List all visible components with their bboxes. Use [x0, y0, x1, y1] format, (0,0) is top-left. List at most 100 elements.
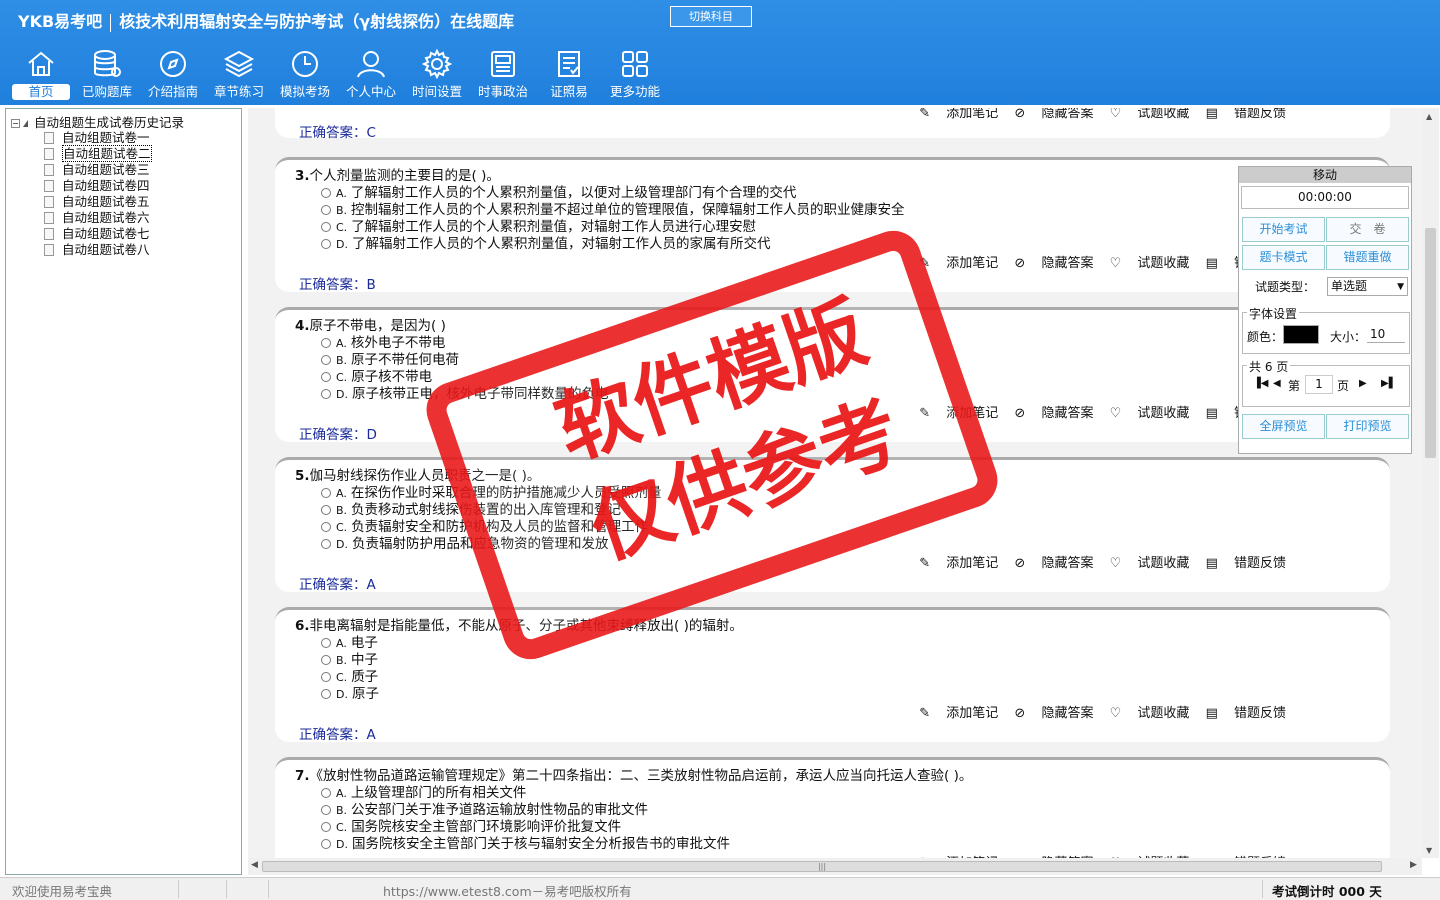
tree-item-paper[interactable]: 自动组题试卷三: [44, 159, 150, 177]
correct-answer: 正确答案：A: [299, 577, 376, 593]
panel-move-handle[interactable]: 移动: [1239, 167, 1411, 183]
radio-button[interactable]: [321, 805, 331, 815]
card-mode-button[interactable]: 题卡模式: [1242, 245, 1325, 270]
tree-item-paper[interactable]: 自动组题试卷一: [44, 127, 150, 145]
scroll-up-icon[interactable]: ▲: [1426, 112, 1432, 121]
option-d[interactable]: D. 原子核带正电，核外电子带同样数量的负电: [321, 382, 608, 402]
scroll-down-icon[interactable]: ▼: [1426, 846, 1432, 855]
tree-item-paper[interactable]: 自动组题试卷六: [44, 207, 150, 225]
nav-time-settings[interactable]: 时间设置: [404, 46, 470, 104]
nav-personal-center[interactable]: 个人中心: [338, 46, 404, 104]
submit-paper-button[interactable]: 交 卷: [1326, 217, 1409, 242]
option-d[interactable]: D. 国务院核安全主管部门关于核与辐射安全分析报告书的审批文件: [321, 832, 730, 852]
radio-button[interactable]: [321, 389, 331, 399]
radio-button[interactable]: [321, 822, 331, 832]
radio-button[interactable]: [321, 372, 331, 382]
redo-wrong-button[interactable]: 错题重做: [1326, 245, 1409, 270]
nav-certificate[interactable]: 证照易: [536, 46, 602, 104]
radio-button[interactable]: [321, 338, 331, 348]
correct-answer: 正确答案：C: [299, 125, 376, 141]
report-error-button[interactable]: ▤ 错题反馈: [1206, 556, 1286, 571]
clock-icon: [292, 51, 318, 77]
switch-subject-button[interactable]: 切换科目: [670, 6, 752, 27]
font-size-input[interactable]: 10: [1367, 326, 1405, 343]
tree-item-label: 自动组题试卷八: [62, 242, 150, 257]
start-exam-button[interactable]: 开始考试: [1242, 217, 1325, 242]
tree-item-paper[interactable]: 自动组题试卷八: [44, 239, 150, 257]
font-color-swatch[interactable]: [1283, 325, 1319, 344]
favorite-button[interactable]: ♡ 试题收藏: [1110, 556, 1190, 571]
favorite-button[interactable]: ♡ 试题收藏: [1110, 256, 1190, 271]
scroll-left-icon[interactable]: ◀: [251, 860, 258, 870]
radio-button[interactable]: [321, 839, 331, 849]
nav-label: 介绍指南: [147, 84, 198, 99]
prev-page-icon[interactable]: ◀: [1273, 378, 1281, 389]
radio-button[interactable]: [321, 689, 331, 699]
nav-purchased-bank[interactable]: 已购题库: [74, 46, 140, 104]
add-note-button[interactable]: ✎ 添加笔记: [919, 108, 998, 121]
scroll-thumb[interactable]: [1425, 228, 1436, 458]
horizontal-scrollbar[interactable]: ◀ ||| ▶: [248, 858, 1422, 875]
brand-logo: YKB易考吧: [18, 12, 103, 31]
radio-button[interactable]: [321, 788, 331, 798]
question-type-select[interactable]: 单选题 ▼: [1327, 277, 1408, 296]
radio-button[interactable]: [321, 355, 331, 365]
hide-answer-button[interactable]: ⊘ 隐藏答案: [1014, 108, 1093, 121]
question-tools: ✎ 添加笔记 ⊘ 隐藏答案 ♡ 试题收藏 ▤ 错题反馈: [907, 252, 1286, 271]
hide-answer-button[interactable]: ⊘ 隐藏答案: [1014, 256, 1093, 271]
option-d[interactable]: D. 负责辐射防护用品和应急物资的管理和发放: [321, 532, 608, 552]
favorite-button[interactable]: ♡ 试题收藏: [1110, 108, 1190, 121]
add-note-button[interactable]: ✎ 添加笔记: [919, 406, 998, 421]
home-icon: [28, 51, 54, 76]
favorite-button[interactable]: ♡ 试题收藏: [1110, 406, 1190, 421]
radio-button[interactable]: [321, 672, 331, 682]
nav-guide[interactable]: 介绍指南: [140, 46, 206, 104]
radio-button[interactable]: [321, 188, 331, 198]
radio-button[interactable]: [321, 655, 331, 665]
page-number-input[interactable]: 1: [1305, 375, 1333, 394]
radio-button[interactable]: [321, 205, 331, 215]
radio-button[interactable]: [321, 239, 331, 249]
app-title: 核技术利用辐射安全与防护考试（γ射线探伤）在线题库: [119, 12, 515, 31]
option-d[interactable]: D. 原子: [321, 682, 379, 702]
radio-button[interactable]: [321, 522, 331, 532]
favorite-button[interactable]: ♡ 试题收藏: [1110, 706, 1190, 721]
radio-button[interactable]: [321, 539, 331, 549]
tree-item-paper[interactable]: 自动组题试卷五: [44, 191, 150, 209]
report-error-button[interactable]: ▤ 错题反馈: [1206, 108, 1286, 121]
report-error-button[interactable]: ▤ 错题反馈: [1206, 706, 1286, 721]
add-note-button[interactable]: ✎ 添加笔记: [919, 556, 998, 571]
nav-home[interactable]: 首页: [8, 46, 74, 104]
size-label: 大小：: [1330, 330, 1367, 344]
add-note-button[interactable]: ✎ 添加笔记: [919, 256, 998, 271]
hide-answer-button[interactable]: ⊘ 隐藏答案: [1014, 406, 1093, 421]
last-page-icon[interactable]: ▶▌: [1381, 378, 1396, 389]
collapse-toggle-icon[interactable]: −: [11, 119, 20, 128]
scroll-right-icon[interactable]: ▶: [1410, 860, 1417, 870]
hide-answer-button[interactable]: ⊘ 隐藏答案: [1014, 556, 1093, 571]
fullscreen-preview-button[interactable]: 全屏预览: [1242, 414, 1325, 439]
radio-button[interactable]: [321, 222, 331, 232]
print-preview-button[interactable]: 打印预览: [1326, 414, 1409, 439]
nav-mock-exam[interactable]: 模拟考场: [272, 46, 338, 104]
radio-button[interactable]: [321, 488, 331, 498]
vertical-scrollbar[interactable]: ▲ ▼: [1422, 108, 1439, 858]
main-nav: 首页 已购题库 介绍指南 章节练习 模拟考场 个人中心 时间设置 时事政治 证照…: [8, 46, 668, 104]
tree-item-paper[interactable]: 自动组题试卷七: [44, 223, 150, 241]
nav-more-functions[interactable]: 更多功能: [602, 46, 668, 104]
next-page-icon[interactable]: ▶: [1359, 378, 1367, 389]
nav-current-affairs[interactable]: 时事政治: [470, 46, 536, 104]
correct-answer: 正确答案：A: [299, 727, 376, 743]
radio-button[interactable]: [321, 505, 331, 515]
tree-item-paper[interactable]: 自动组题试卷四: [44, 175, 150, 193]
hide-answer-button[interactable]: ⊘ 隐藏答案: [1014, 706, 1093, 721]
question-tools: ✎ 添加笔记 ⊘ 隐藏答案 ♡ 试题收藏 ▤ 错题反馈: [907, 402, 1286, 421]
first-page-icon[interactable]: ▐◀: [1253, 378, 1268, 389]
nav-chapter-practice[interactable]: 章节练习: [206, 46, 272, 104]
correct-answer: 正确答案：B: [299, 277, 376, 293]
tree-item-paper-selected[interactable]: 自动组题试卷二: [44, 143, 152, 162]
scroll-thumb[interactable]: |||: [262, 861, 1382, 872]
option-d[interactable]: D. 了解辐射工作人员的个人累积剂量值，对辐射工作人员的家属有所交代: [321, 232, 770, 252]
add-note-button[interactable]: ✎ 添加笔记: [919, 706, 998, 721]
radio-button[interactable]: [321, 638, 331, 648]
